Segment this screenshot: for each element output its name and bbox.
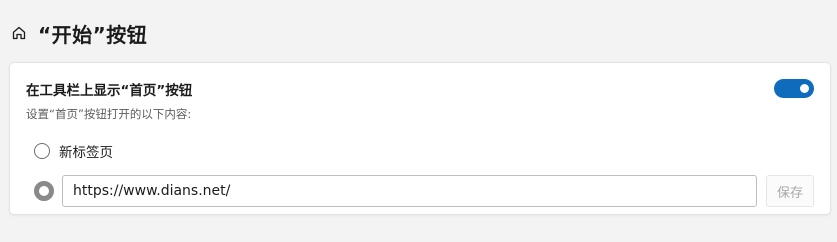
save-button[interactable]: 保存 <box>766 175 814 207</box>
new-tab-radio[interactable] <box>34 143 50 159</box>
new-tab-option[interactable]: 新标签页 <box>34 141 113 161</box>
new-tab-label: 新标签页 <box>59 145 113 161</box>
page-title: “开始”按钮 <box>38 22 148 47</box>
custom-url-input[interactable] <box>62 175 757 207</box>
home-button-settings-card: 在工具栏上显示“首页”按钮 设置“首页”按钮打开的以下内容: 新标签页 保存 <box>10 63 830 214</box>
setting-description: 设置“首页”按钮打开的以下内容: <box>26 107 192 121</box>
page-header: “开始”按钮 <box>10 19 147 47</box>
custom-url-option[interactable] <box>34 181 54 201</box>
home-icon <box>10 24 28 42</box>
custom-url-radio[interactable] <box>34 181 54 201</box>
show-home-button-toggle[interactable] <box>774 79 814 98</box>
toggle-knob <box>800 84 809 93</box>
setting-title: 在工具栏上显示“首页”按钮 <box>26 83 193 99</box>
